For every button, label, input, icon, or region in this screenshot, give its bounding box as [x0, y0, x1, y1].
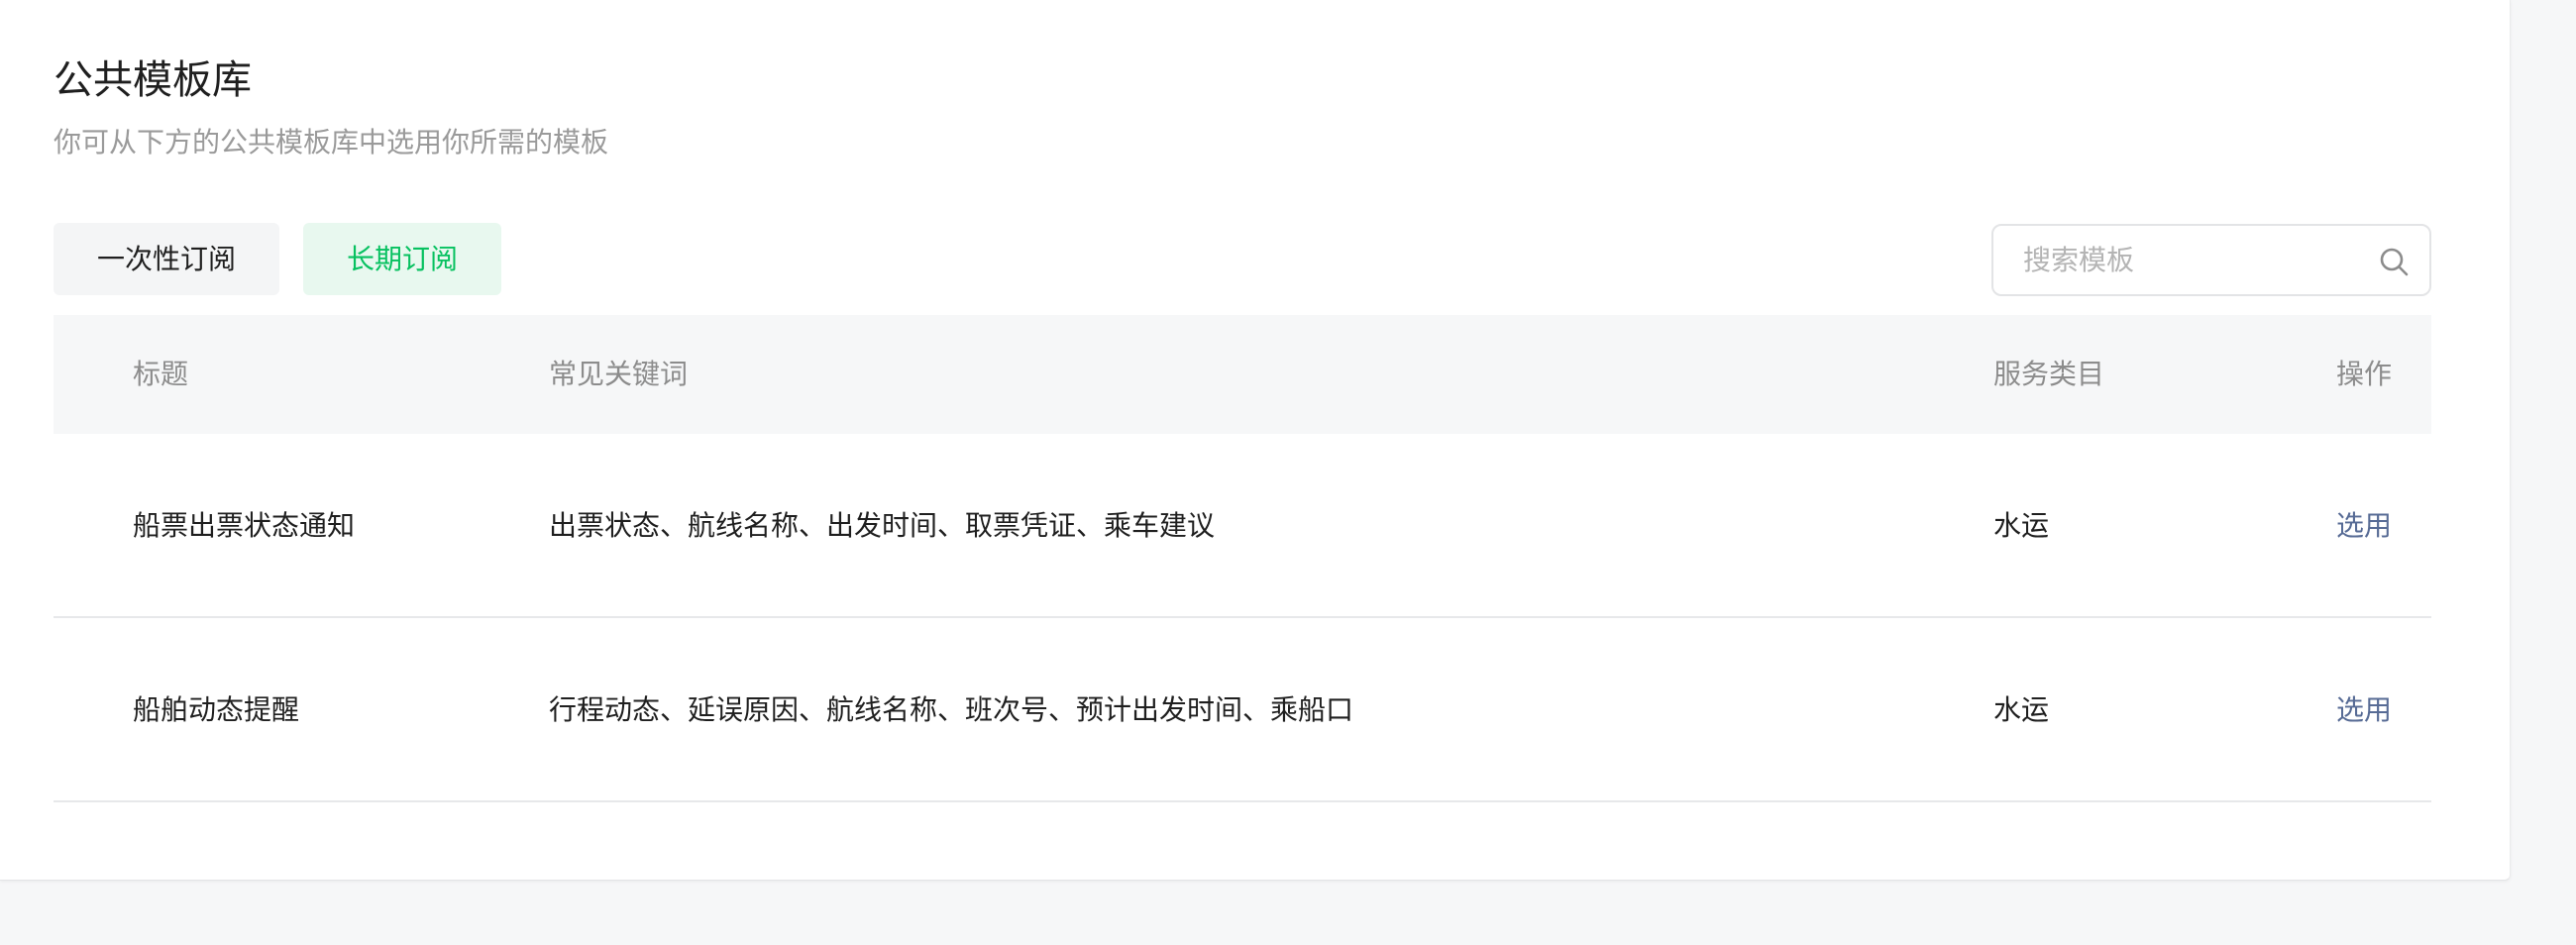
row-title: 船舶动态提醒: [133, 693, 300, 726]
search-icon[interactable]: [2378, 246, 2410, 277]
search-input[interactable]: [2023, 226, 2360, 294]
page-description: 你可从下方的公共模板库中选用你所需的模板: [54, 126, 609, 158]
row-title: 船票出票状态通知: [133, 509, 356, 542]
header-category: 服务类目: [1993, 358, 2105, 390]
template-table: 标题 常见关键词 服务类目 操作 船票出票状态通知 出票状态、航线名称、出发时间…: [54, 315, 2431, 802]
select-template-link[interactable]: 选用: [2336, 618, 2392, 802]
row-keywords: 行程动态、延误原因、航线名称、班次号、预计出发时间、乘船口: [549, 693, 1354, 726]
select-template-link[interactable]: 选用: [2336, 434, 2392, 618]
table-row: 船舶动态提醒 行程动态、延误原因、航线名称、班次号、预计出发时间、乘船口 水运 …: [54, 618, 2431, 802]
header-action: 操作: [2336, 358, 2393, 390]
row-category: 水运: [1993, 693, 2050, 726]
header-keywords: 常见关键词: [549, 358, 689, 390]
row-keywords: 出票状态、航线名称、出发时间、取票凭证、乘车建议: [549, 509, 1216, 542]
template-library-panel: 公共模板库 你可从下方的公共模板库中选用你所需的模板 一次性订阅 长期订阅 标题…: [0, 0, 2511, 881]
tab-long-term-subscription[interactable]: 长期订阅: [303, 223, 501, 295]
table-row: 船票出票状态通知 出票状态、航线名称、出发时间、取票凭证、乘车建议 水运 选用: [54, 434, 2431, 618]
page-title: 公共模板库: [54, 57, 252, 103]
row-category: 水运: [1993, 509, 2050, 542]
tab-one-time-subscription[interactable]: 一次性订阅: [54, 223, 279, 295]
search-box: [1991, 224, 2431, 296]
header-title: 标题: [133, 358, 189, 390]
table-header: 标题 常见关键词 服务类目 操作: [54, 315, 2431, 434]
